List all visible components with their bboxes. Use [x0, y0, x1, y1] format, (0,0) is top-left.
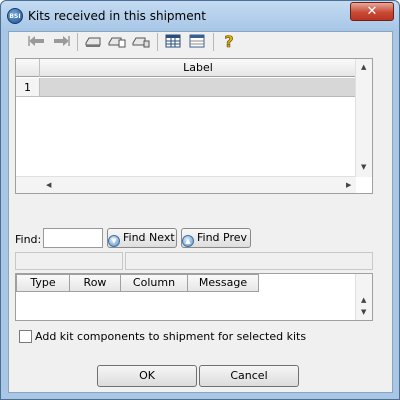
- grid-header: Label: [16, 59, 356, 77]
- status-pane-right: [125, 252, 373, 270]
- close-button[interactable]: ✕: [350, 2, 394, 21]
- window-title: Kits received in this shipment: [28, 9, 206, 23]
- kits-grid[interactable]: Label 1 ▲ ▼ ◀ ▶: [15, 58, 373, 194]
- find-next-icon: ▼: [108, 235, 120, 247]
- print-setup-icon[interactable]: [131, 31, 151, 51]
- scroll-up-icon[interactable]: ▲: [361, 63, 366, 71]
- back-icon[interactable]: [27, 31, 47, 51]
- table-row[interactable]: 1: [16, 78, 356, 97]
- table-layout-icon[interactable]: [187, 31, 207, 51]
- messages-vertical-scrollbar[interactable]: ▲ ▼: [355, 274, 372, 320]
- scroll-left-icon[interactable]: ◀: [46, 181, 51, 189]
- print-icon[interactable]: [83, 31, 103, 51]
- scroll-down-icon[interactable]: ▼: [361, 163, 366, 171]
- print-preview-icon[interactable]: [107, 31, 127, 51]
- dialog-window: BSI Kits received in this shipment ✕ ? L…: [0, 0, 400, 400]
- find-input[interactable]: [43, 228, 103, 248]
- find-next-button[interactable]: ▼ Find Next: [107, 228, 177, 248]
- toolbar-separator: [213, 33, 214, 51]
- add-kit-components-label: Add kit components to shipment for selec…: [35, 330, 307, 343]
- find-prev-icon: ▲: [182, 235, 194, 247]
- column-header-label[interactable]: Label: [40, 59, 356, 77]
- cancel-button[interactable]: Cancel: [199, 365, 299, 387]
- column-header-type[interactable]: Type: [16, 274, 70, 292]
- grid-horizontal-scrollbar[interactable]: ◀ ▶: [16, 176, 356, 193]
- title-bar[interactable]: BSI Kits received in this shipment ✕: [1, 1, 399, 31]
- column-header-column[interactable]: Column: [120, 274, 188, 292]
- toolbar-separator: [77, 33, 78, 51]
- grid-corner: [16, 59, 40, 77]
- column-header-message[interactable]: Message: [187, 274, 259, 292]
- table-icon[interactable]: [163, 31, 183, 51]
- find-prev-button[interactable]: ▲ Find Prev: [181, 228, 251, 248]
- add-kit-components-checkbox[interactable]: [19, 330, 32, 343]
- app-icon: BSI: [7, 8, 23, 24]
- scroll-right-icon[interactable]: ▶: [346, 181, 351, 189]
- status-pane-left: [15, 252, 123, 270]
- help-icon[interactable]: ?: [219, 31, 239, 52]
- row-number: 1: [16, 78, 40, 97]
- messages-table[interactable]: Type Row Column Message ▲ ▼: [15, 273, 373, 321]
- forward-icon[interactable]: [51, 31, 71, 51]
- find-prev-label: Find Prev: [197, 231, 248, 244]
- scroll-down-icon[interactable]: ▼: [361, 308, 366, 316]
- toolbar-separator: [157, 33, 158, 51]
- scroll-up-icon[interactable]: ▲: [361, 296, 366, 304]
- ok-button[interactable]: OK: [97, 365, 197, 387]
- column-header-row[interactable]: Row: [69, 274, 121, 292]
- label-cell[interactable]: [40, 78, 356, 97]
- grid-vertical-scrollbar[interactable]: ▲ ▼: [355, 59, 372, 177]
- find-label: Find:: [15, 233, 42, 246]
- find-next-label: Find Next: [123, 231, 175, 244]
- svg-text:?: ?: [224, 32, 233, 51]
